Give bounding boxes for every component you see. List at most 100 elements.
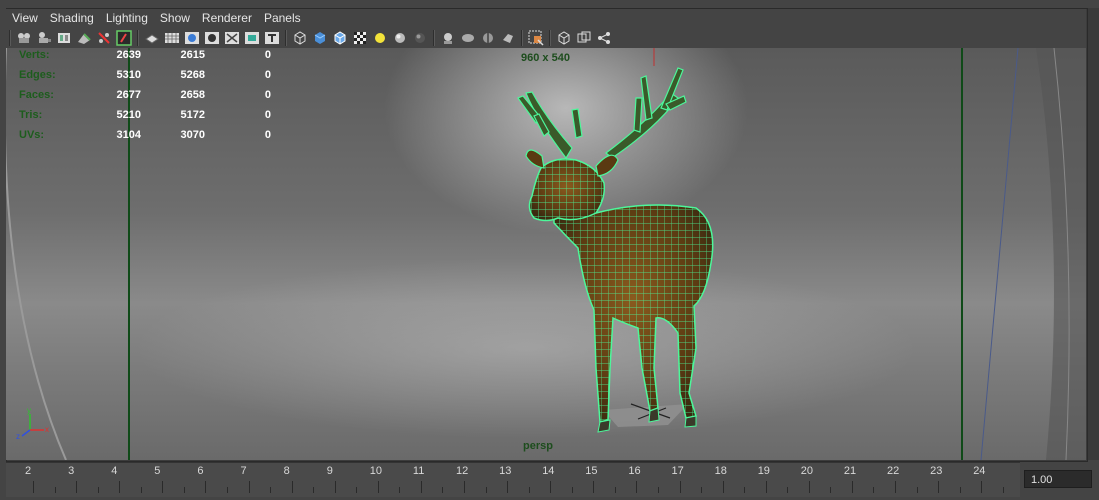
frame-label: 4: [111, 465, 118, 477]
two-d-pan-zoom-icon[interactable]: [76, 30, 92, 46]
axis-gizmo: y x z: [16, 406, 49, 440]
wireframe-on-shaded-icon[interactable]: [332, 30, 348, 46]
safe-action-icon[interactable]: [244, 30, 260, 46]
frame-subtick: [356, 487, 358, 493]
frame-label: 15: [585, 465, 598, 477]
frame-tick: [981, 481, 983, 493]
x-ray-icon[interactable]: [500, 30, 516, 46]
frame-subtick: [399, 487, 401, 493]
frame-subtick: [140, 487, 142, 493]
panel-toolbar: [6, 27, 1086, 48]
frame-label: 9: [326, 465, 333, 477]
frame-tick: [205, 481, 207, 493]
frame-tick: [334, 481, 336, 493]
frame-subtick: [183, 487, 185, 493]
multisample-aa-icon[interactable]: [460, 30, 476, 46]
frame-tick: [507, 481, 509, 493]
axis-x-label: x: [45, 425, 49, 434]
axis-z-label: z: [16, 432, 20, 440]
frame-tick: [765, 481, 767, 493]
screen-space-ao-icon[interactable]: [412, 30, 428, 46]
frame-label: 16: [628, 465, 641, 477]
use-default-lights-icon[interactable]: [372, 30, 388, 46]
frame-label: 18: [714, 465, 727, 477]
frame-tick: [248, 481, 250, 493]
hud-icon[interactable]: [596, 30, 612, 46]
frame-tick: [636, 481, 638, 493]
camera-attributes-icon[interactable]: [16, 30, 32, 46]
gate-mask-icon[interactable]: [204, 30, 220, 46]
frame-label: 24: [973, 465, 986, 477]
frame-label: 23: [930, 465, 943, 477]
frame-subtick: [916, 487, 918, 493]
depth-of-field-icon[interactable]: [480, 30, 496, 46]
time-slider[interactable]: 2 3 4 5 6 7 8 9 10 11 12 13 14 15 16 17 18 19 20 21 22 23 24: [6, 462, 1020, 497]
field-chart-icon[interactable]: [224, 30, 240, 46]
frame-tick: [420, 481, 422, 493]
frame-label: 19: [757, 465, 770, 477]
frame-label: 3: [68, 465, 75, 477]
frame-subtick: [571, 487, 573, 493]
frame-all-icon[interactable]: [116, 29, 132, 46]
xray-joints-icon[interactable]: [556, 30, 572, 46]
deer-model[interactable]: [6, 48, 1086, 460]
frame-label: 14: [542, 465, 555, 477]
frame-subtick: [528, 487, 530, 493]
shadows-icon[interactable]: [392, 30, 408, 46]
frame-subtick: [787, 487, 789, 493]
toolbar-divider: [137, 29, 139, 46]
textured-icon[interactable]: [352, 30, 368, 46]
frame-label: 8: [283, 465, 290, 477]
frame-tick: [679, 481, 681, 493]
motion-blur-icon[interactable]: [440, 30, 456, 46]
panel-menubar: View Shading Lighting Show Renderer Pane…: [6, 9, 1086, 27]
bookmark-icon[interactable]: [36, 30, 52, 46]
toolbar-divider: [521, 29, 523, 46]
frame-subtick: [313, 487, 315, 493]
time-slider-area: 2 3 4 5 6 7 8 9 10 11 12 13 14 15 16 17 18 19 20 21 22 23 24: [0, 462, 1099, 500]
menu-panels[interactable]: Panels: [258, 9, 307, 27]
frame-subtick: [485, 487, 487, 493]
film-gate-icon[interactable]: [164, 30, 180, 46]
menu-show[interactable]: Show: [154, 9, 196, 27]
image-plane-icon[interactable]: [56, 30, 72, 46]
frame-label: 7: [240, 465, 247, 477]
frame-subtick: [959, 487, 961, 493]
frame-subtick: [54, 487, 56, 493]
frame-label: 21: [843, 465, 857, 477]
resolution-gate-icon[interactable]: [184, 30, 200, 46]
frame-tick: [593, 481, 595, 493]
backface-culling-icon[interactable]: [576, 30, 592, 46]
safe-title-icon[interactable]: [264, 30, 280, 46]
grease-pencil-icon[interactable]: [96, 30, 112, 46]
menu-lighting[interactable]: Lighting: [100, 9, 154, 27]
frame-tick: [722, 481, 724, 493]
frame-subtick: [226, 487, 228, 493]
wireframe-icon[interactable]: [292, 30, 308, 46]
current-time-field[interactable]: 1.00: [1024, 470, 1092, 488]
frame-label: 13: [499, 465, 512, 477]
frame-label: 10: [369, 465, 383, 477]
menu-view[interactable]: View: [6, 9, 44, 27]
frame-subtick: [873, 487, 875, 493]
frame-subtick: [701, 487, 703, 493]
viewport-3d[interactable]: Verts: 2639 2615 0 Edges: 5310 5268 0 Fa…: [6, 48, 1086, 460]
frame-subtick: [744, 487, 746, 493]
frame-subtick: [830, 487, 832, 493]
smooth-shade-icon[interactable]: [312, 30, 328, 46]
frame-subtick: [614, 487, 616, 493]
frame-subtick: [657, 487, 659, 493]
grid-icon[interactable]: [144, 30, 160, 46]
menu-renderer[interactable]: Renderer: [196, 9, 258, 27]
toolbar-divider: [9, 29, 11, 46]
frame-tick: [76, 481, 78, 493]
axis-y-label: y: [27, 406, 31, 415]
frame-tick: [895, 481, 896, 493]
frame-tick: [808, 481, 810, 493]
frame-tick: [162, 481, 164, 493]
frame-tick: [938, 481, 940, 493]
frame-subtick: [97, 487, 99, 493]
isolate-select-icon[interactable]: [528, 30, 544, 46]
menu-shading[interactable]: Shading: [44, 9, 100, 27]
toolbar-divider: [549, 29, 551, 46]
